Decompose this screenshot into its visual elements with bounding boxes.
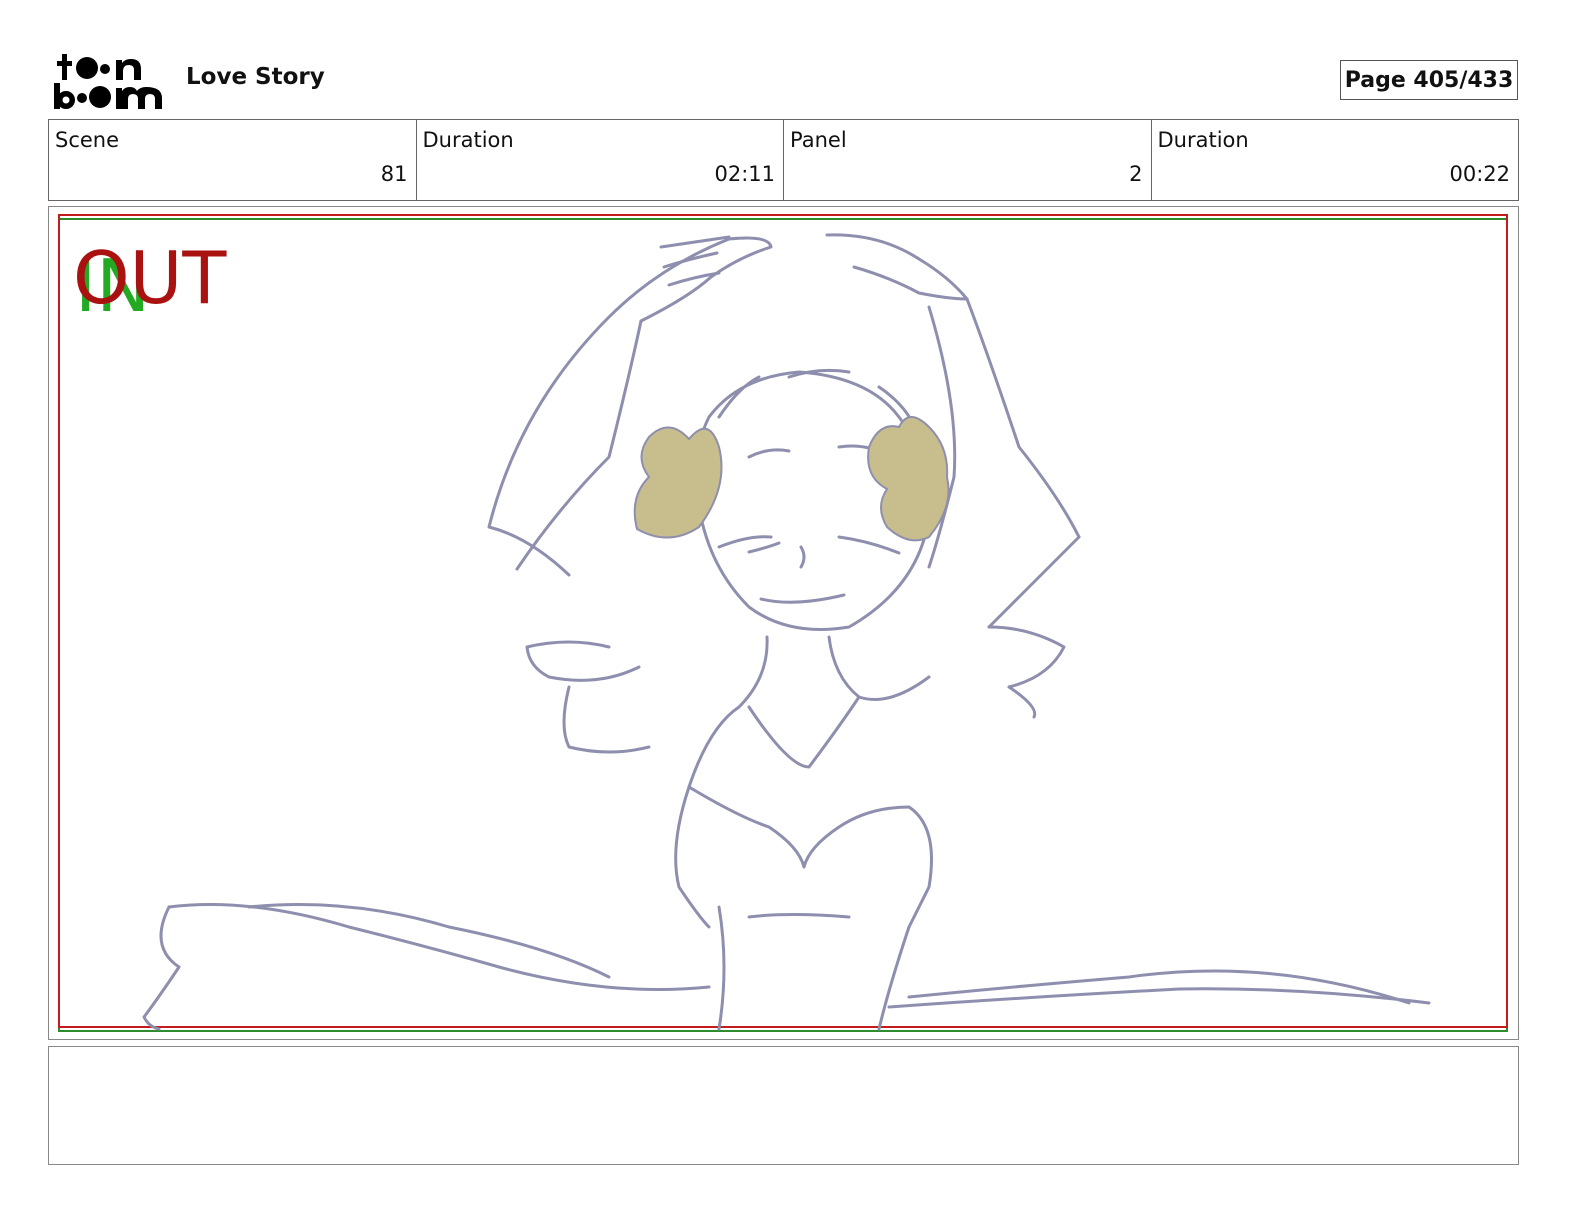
character-sketch [142,233,1431,1031]
laurel-left [633,426,723,539]
scene-duration-value: 02:11 [714,162,775,186]
panel-cell: Panel 2 [784,120,1152,200]
panel-info-table: Scene 81 Duration 02:11 Panel 2 Duration… [48,119,1519,201]
panel-duration-label: Duration [1157,128,1249,152]
scene-value: 81 [380,162,408,186]
laurel-right [867,416,950,542]
scene-duration-label: Duration [422,128,514,152]
panel-notes-area[interactable] [48,1046,1519,1165]
scene-duration-cell: Duration 02:11 [417,120,784,200]
panel-duration-cell: Duration 00:22 [1152,120,1519,200]
out-marker: OUT [73,236,227,320]
storyboard-panel: IN OUT [48,206,1519,1040]
toonboom-logo [52,50,164,112]
panel-value: 2 [1129,162,1143,186]
page-indicator: Page 405/433 [1340,60,1518,100]
project-title: Love Story [186,64,325,90]
panel-label: Panel [790,128,847,152]
panel-duration-value: 00:22 [1449,162,1510,186]
scene-label: Scene [55,128,120,152]
scene-cell: Scene 81 [49,120,417,200]
panel-drawing: IN OUT [58,214,1508,1032]
